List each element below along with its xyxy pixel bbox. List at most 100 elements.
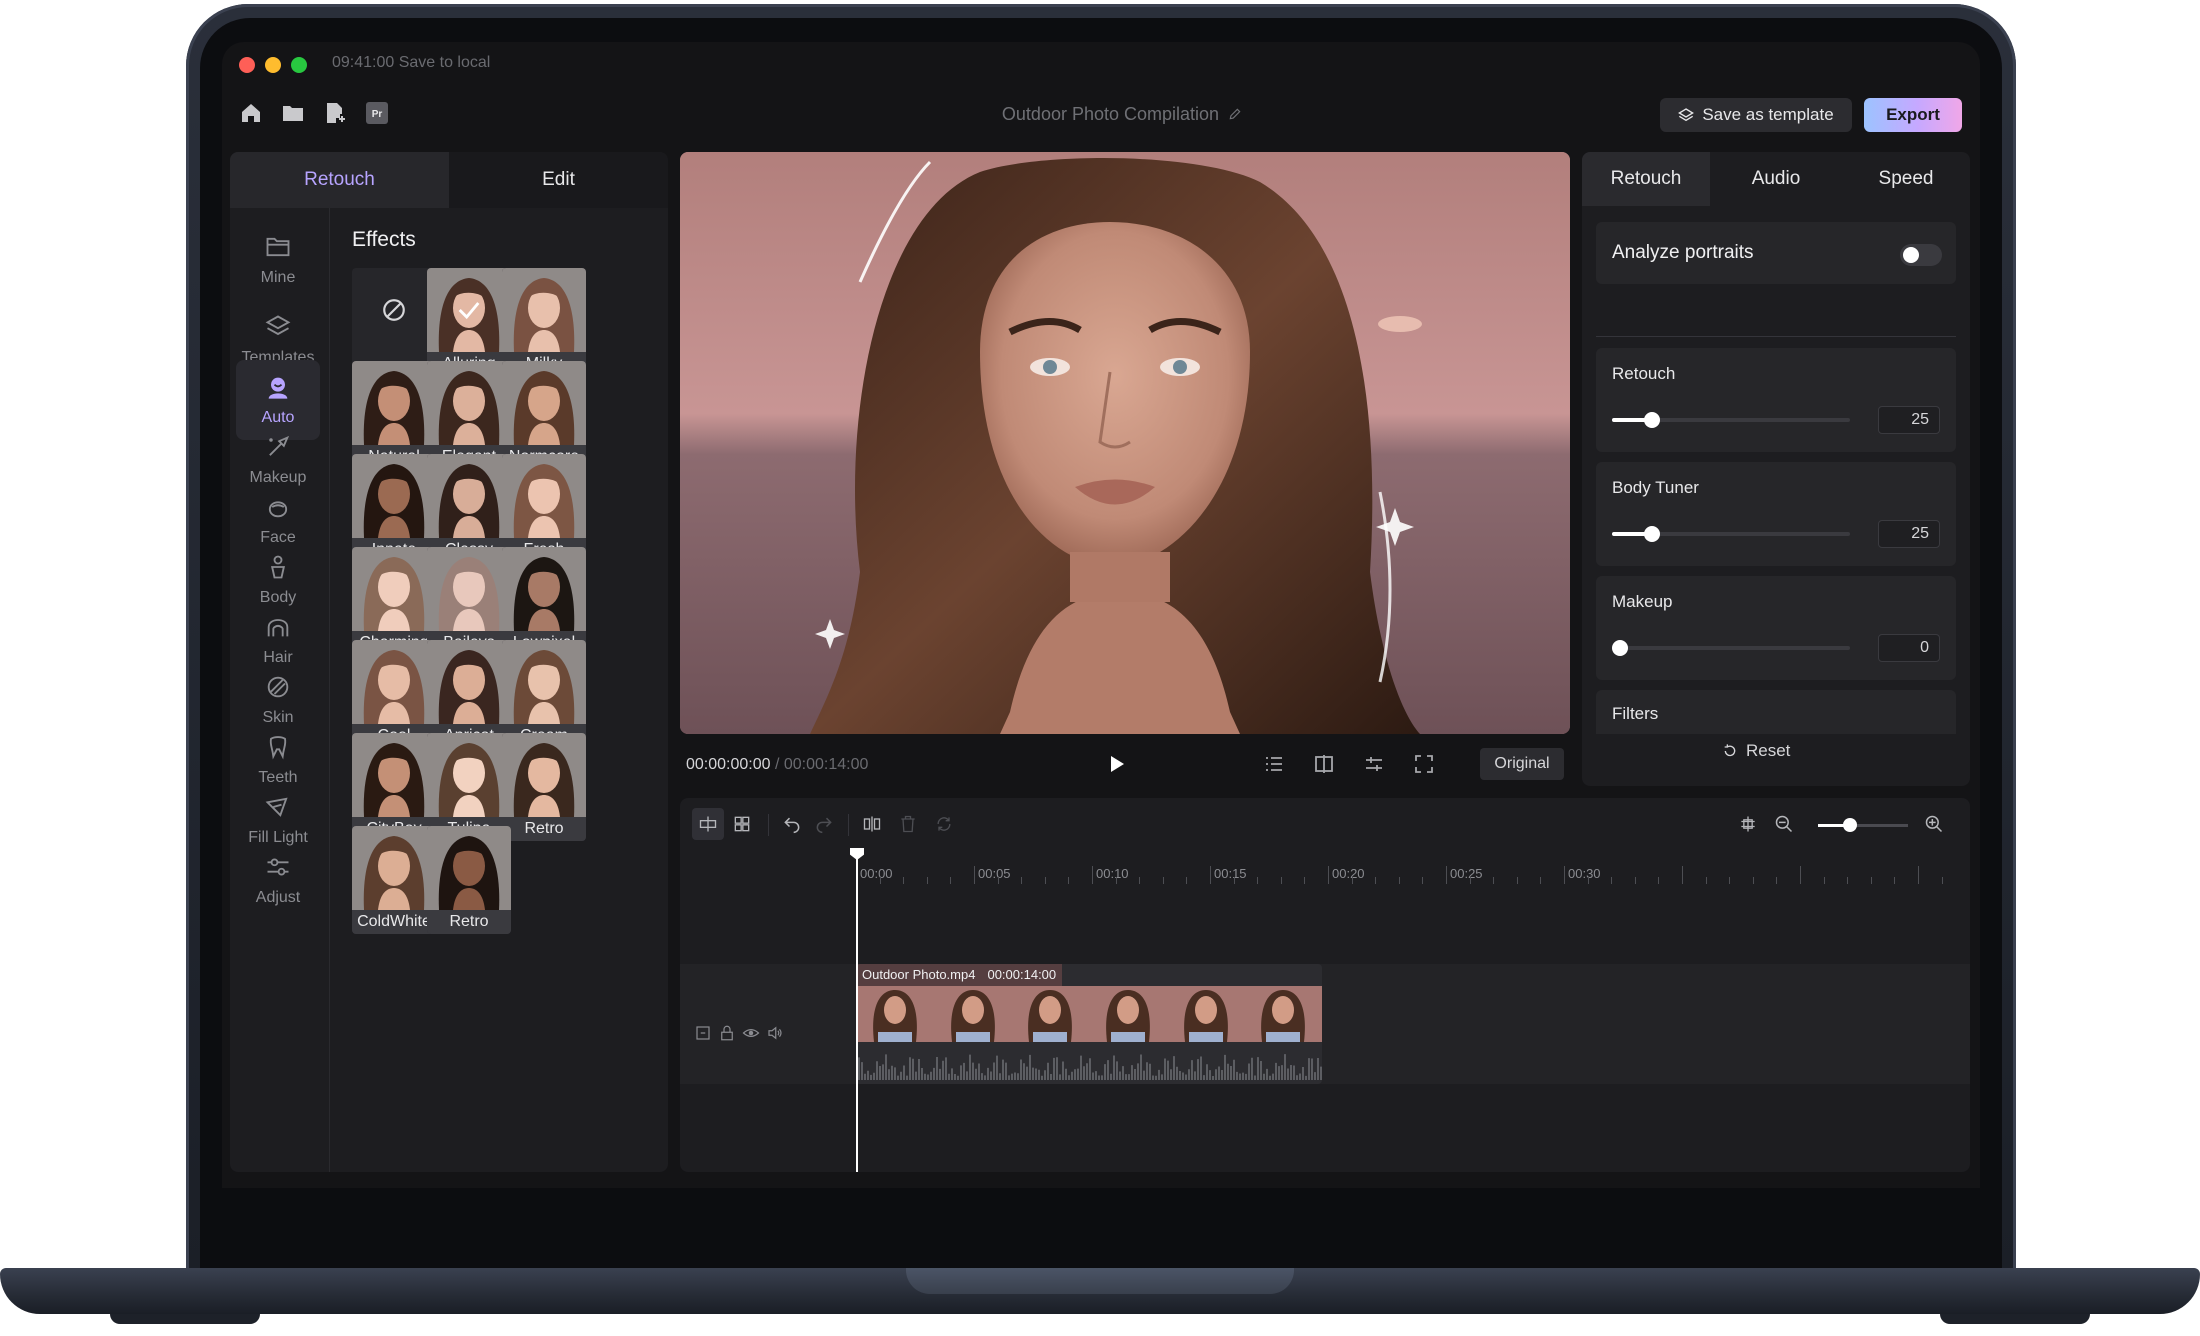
list-icon[interactable] (1262, 752, 1288, 778)
video-preview[interactable] (680, 152, 1570, 734)
effect-thumbnail (427, 640, 511, 724)
effect-tile[interactable]: Alluring (427, 268, 511, 376)
minor-tick (1469, 877, 1471, 884)
side-nav: Mine Templates Auto Makeup Face Body Hai… (230, 208, 330, 1172)
effect-tile[interactable]: Tulipa (427, 733, 511, 841)
adjust-icon[interactable] (1362, 752, 1388, 778)
minor-tick (1776, 877, 1778, 884)
effect-tile[interactable]: Baileys (427, 547, 511, 655)
volume-icon[interactable] (766, 1024, 788, 1046)
eye-icon[interactable] (742, 1024, 764, 1046)
effect-tile[interactable]: Charming (352, 547, 436, 655)
original-button[interactable]: Original (1480, 748, 1564, 780)
slider-knob[interactable] (1644, 412, 1661, 428)
body-tuner-slider-card: Body Tuner 25 (1596, 462, 1956, 566)
slider-knob[interactable] (1612, 640, 1628, 656)
retouch-value-input[interactable]: 25 (1878, 406, 1940, 434)
reset-button[interactable]: Reset (1722, 738, 1790, 764)
delete-icon[interactable] (892, 808, 924, 840)
new-file-icon[interactable] (320, 98, 350, 128)
effect-tile[interactable]: Natural (352, 361, 436, 469)
auto-portrait-icon (268, 377, 288, 399)
minor-tick (1847, 877, 1849, 884)
effect-tile[interactable]: Milky (502, 268, 586, 376)
right-tabs: Retouch Audio Speed (1582, 152, 1970, 206)
snap-icon[interactable] (1732, 808, 1764, 840)
replace-icon[interactable] (928, 808, 960, 840)
save-as-template-label: Save as template (1702, 105, 1834, 124)
video-clip[interactable]: Outdoor Photo.mp4 00:00:14:00 (856, 964, 1322, 1084)
effect-tile[interactable]: Retro (427, 826, 511, 934)
zoom-window-button[interactable] (291, 57, 307, 73)
redo-icon[interactable] (808, 808, 840, 840)
minor-tick (1611, 877, 1613, 884)
zoom-out-icon[interactable] (1768, 808, 1800, 840)
makeup-slider[interactable] (1612, 640, 1850, 656)
zoom-slider[interactable] (1818, 818, 1908, 832)
play-button[interactable] (1104, 752, 1128, 776)
fullscreen-icon[interactable] (1412, 752, 1438, 778)
effect-tile[interactable]: Lowpixel (502, 547, 586, 655)
effect-tile[interactable]: Apricot (427, 640, 511, 748)
close-window-button[interactable] (239, 57, 255, 73)
body-tuner-value-input[interactable]: 25 (1878, 520, 1940, 548)
retouch-slider[interactable] (1612, 412, 1850, 428)
folder-icon[interactable] (278, 98, 308, 128)
slider-knob[interactable] (1644, 526, 1661, 542)
home-icon[interactable] (236, 98, 266, 128)
minor-tick (1115, 877, 1117, 884)
analyze-portraits-toggle[interactable] (1900, 244, 1942, 266)
screen-chin (222, 1188, 1980, 1212)
effect-tile[interactable]: Retro (502, 733, 586, 841)
tab-retouch[interactable]: Retouch (230, 152, 449, 208)
tab-audio[interactable]: Audio (1712, 152, 1840, 206)
premiere-icon[interactable]: Pr (362, 98, 392, 128)
clip-frame (1011, 986, 1090, 1042)
makeup-value-input[interactable]: 0 (1878, 634, 1940, 662)
filters-card[interactable]: Filters (1596, 690, 1956, 734)
nav-item-mine[interactable]: Mine (236, 220, 320, 300)
grid-icon[interactable] (726, 808, 758, 840)
playhead[interactable] (856, 852, 858, 1172)
minor-tick (1139, 877, 1141, 884)
nav-label: Mine (260, 269, 296, 286)
effect-tile[interactable]: Cream (502, 640, 586, 748)
effect-tile[interactable]: Fresh (502, 454, 586, 562)
title-bar: 09:41:00 Save to local (222, 42, 1980, 82)
effect-tile[interactable]: ColdWhite (352, 826, 436, 934)
zoom-knob[interactable] (1842, 818, 1857, 832)
top-toolbar: Pr Outdoor Photo Compilation Save as tem… (222, 90, 1980, 138)
split-clip-icon[interactable] (856, 808, 888, 840)
effect-tile[interactable]: Elegant (427, 361, 511, 469)
minimize-window-button[interactable] (265, 57, 281, 73)
effect-thumbnail (502, 454, 586, 538)
effect-thumbnail (502, 547, 586, 631)
effect-none[interactable] (352, 268, 436, 376)
project-title[interactable]: Outdoor Photo Compilation (972, 104, 1272, 125)
tab-retouch[interactable]: Retouch (1582, 152, 1710, 206)
undo-icon[interactable] (776, 808, 808, 840)
minor-tick (1398, 877, 1400, 884)
split-tool-icon[interactable] (692, 808, 724, 840)
cover-icon[interactable] (694, 1024, 716, 1046)
tab-speed[interactable]: Speed (1842, 152, 1970, 206)
adjust-sliders-icon (267, 858, 289, 876)
clip-duration: 00:00:14:00 (981, 964, 1063, 986)
export-button[interactable]: Export (1864, 98, 1962, 132)
effect-tile[interactable]: CityBoy (352, 733, 436, 841)
save-as-template-button[interactable]: Save as template (1660, 98, 1852, 132)
timeline-ruler[interactable]: 00:00 00:05 00:10 00:15 00:20 00:25 00:30 (856, 850, 1970, 884)
body-tuner-slider[interactable] (1612, 526, 1850, 542)
zoom-in-icon[interactable] (1918, 808, 1950, 840)
effect-tile[interactable]: Classy (427, 454, 511, 562)
tab-edit[interactable]: Edit (449, 152, 668, 208)
effect-tile[interactable]: Cool (352, 640, 436, 748)
minor-tick (1233, 877, 1235, 884)
effect-tile[interactable]: Normcore (502, 361, 586, 469)
effect-tile[interactable]: Innate (352, 454, 436, 562)
compare-icon[interactable] (1312, 752, 1338, 778)
nav-item-adjust[interactable]: Adjust (236, 840, 320, 920)
tick-label: 00:05 (978, 866, 1011, 881)
lock-icon[interactable] (718, 1024, 740, 1046)
tick-label: 00:25 (1450, 866, 1483, 881)
